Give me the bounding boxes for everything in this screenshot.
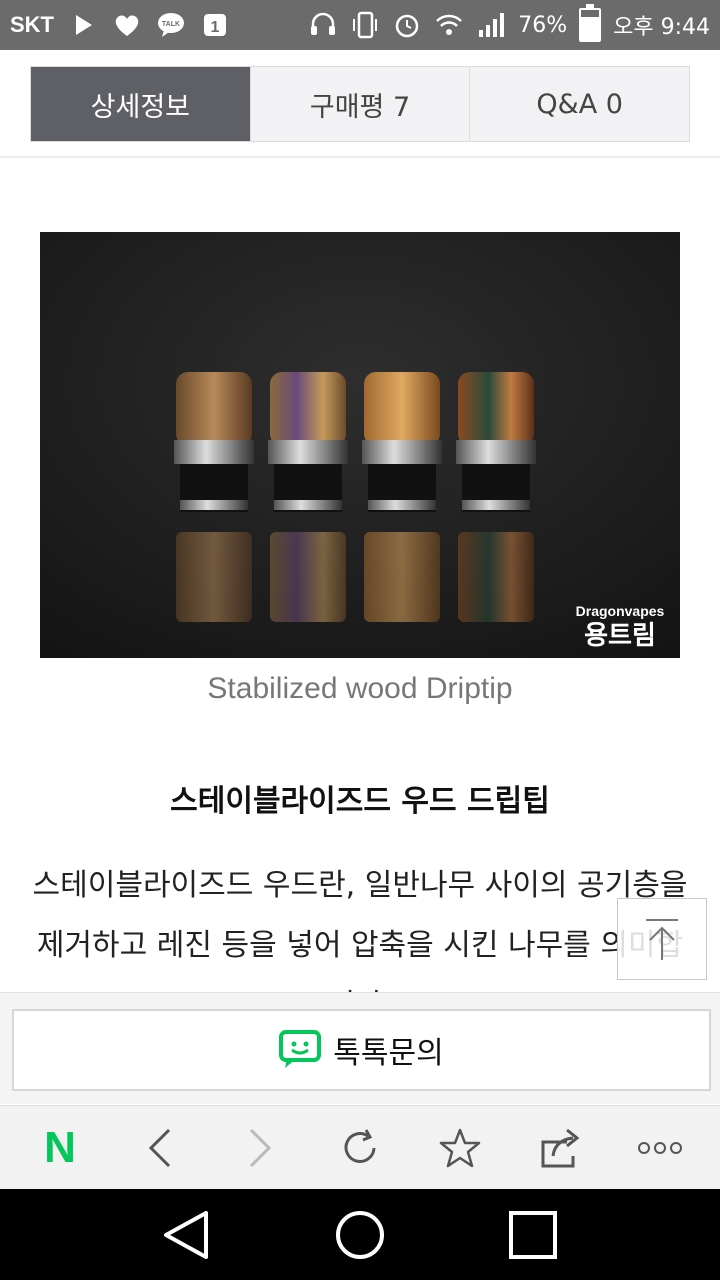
watermark-korean: 용트림 [584,621,656,651]
talk-area: 톡톡문의 [0,992,720,1104]
back-triangle-icon [163,1210,208,1259]
image-caption: Stabilized wood Driptip [207,672,513,705]
refresh-button[interactable] [330,1118,390,1178]
play-icon [68,10,98,40]
svg-text:1: 1 [211,19,220,36]
battery-icon [579,4,602,42]
scroll-top-button[interactable] [617,898,707,980]
headset-icon [308,10,338,40]
share-icon [541,1128,580,1167]
status-bar: SKT TALK 1 76% 오후 9:44 [0,0,720,50]
clock: 오후 9:44 [613,15,710,40]
battery-level [581,17,600,40]
naver-home-button[interactable]: N [30,1118,90,1178]
forward-button[interactable] [230,1118,290,1178]
alarm-icon [392,10,422,40]
bookmark-star-icon [439,1128,481,1167]
talktalk-label: 톡톡문의 [333,1036,444,1071]
system-nav-bar [0,1189,720,1280]
arrow-up-icon [646,919,678,960]
talktalk-button[interactable]: 톡톡문의 [12,1009,711,1091]
forward-icon [249,1128,272,1167]
description-text: 스테이블라이즈드 우드란, 일반나무 사이의 공기층을 제거하고 레진 등을 넣… [32,868,688,992]
browser-toolbar: N [0,1105,720,1189]
talktalk-icon [279,1030,322,1068]
drip-tip-1 [174,372,254,622]
recents-square-icon [509,1210,558,1259]
drip-tip-3 [362,372,442,622]
svg-text:TALK: TALK [162,21,180,28]
system-recents-button[interactable] [498,1200,568,1270]
drip-tip-4 [456,372,536,622]
watermark-brand: Dragonvapes [576,603,665,619]
naver-icon: N [44,1122,76,1172]
tabs-divider [0,156,720,158]
heart-icon [112,10,142,40]
detail-tabs: 상세정보 구매평 7 Q&A 0 [30,66,690,142]
notification-badge-icon: 1 [200,10,230,40]
tab-reviews[interactable]: 구매평 7 [249,67,470,141]
tab-details[interactable]: 상세정보 [31,67,250,141]
drip-tip-2 [268,372,348,622]
wifi-icon [434,10,464,40]
carrier-label: SKT [10,12,54,37]
vibrate-icon [350,10,380,40]
battery-percent: 76% [518,12,568,38]
product-image: Dragonvapes 용트림 [40,232,680,658]
section-heading: 스테이블라이즈드 우드 드립팁 [170,784,550,819]
back-button[interactable] [130,1118,190,1178]
drip-tips-photo: Dragonvapes 용트림 [40,232,680,658]
system-back-button[interactable] [152,1200,222,1270]
refresh-icon [344,1128,376,1163]
signal-icon [476,10,506,40]
share-button[interactable] [530,1118,590,1178]
system-home-button[interactable] [325,1200,395,1270]
back-icon [148,1128,171,1167]
kakaotalk-icon: TALK [156,10,186,40]
bookmark-button[interactable] [430,1118,490,1178]
more-button[interactable] [630,1118,690,1178]
tab-qna[interactable]: Q&A 0 [469,67,690,141]
home-circle-icon [335,1210,384,1259]
more-icon [638,1141,682,1154]
